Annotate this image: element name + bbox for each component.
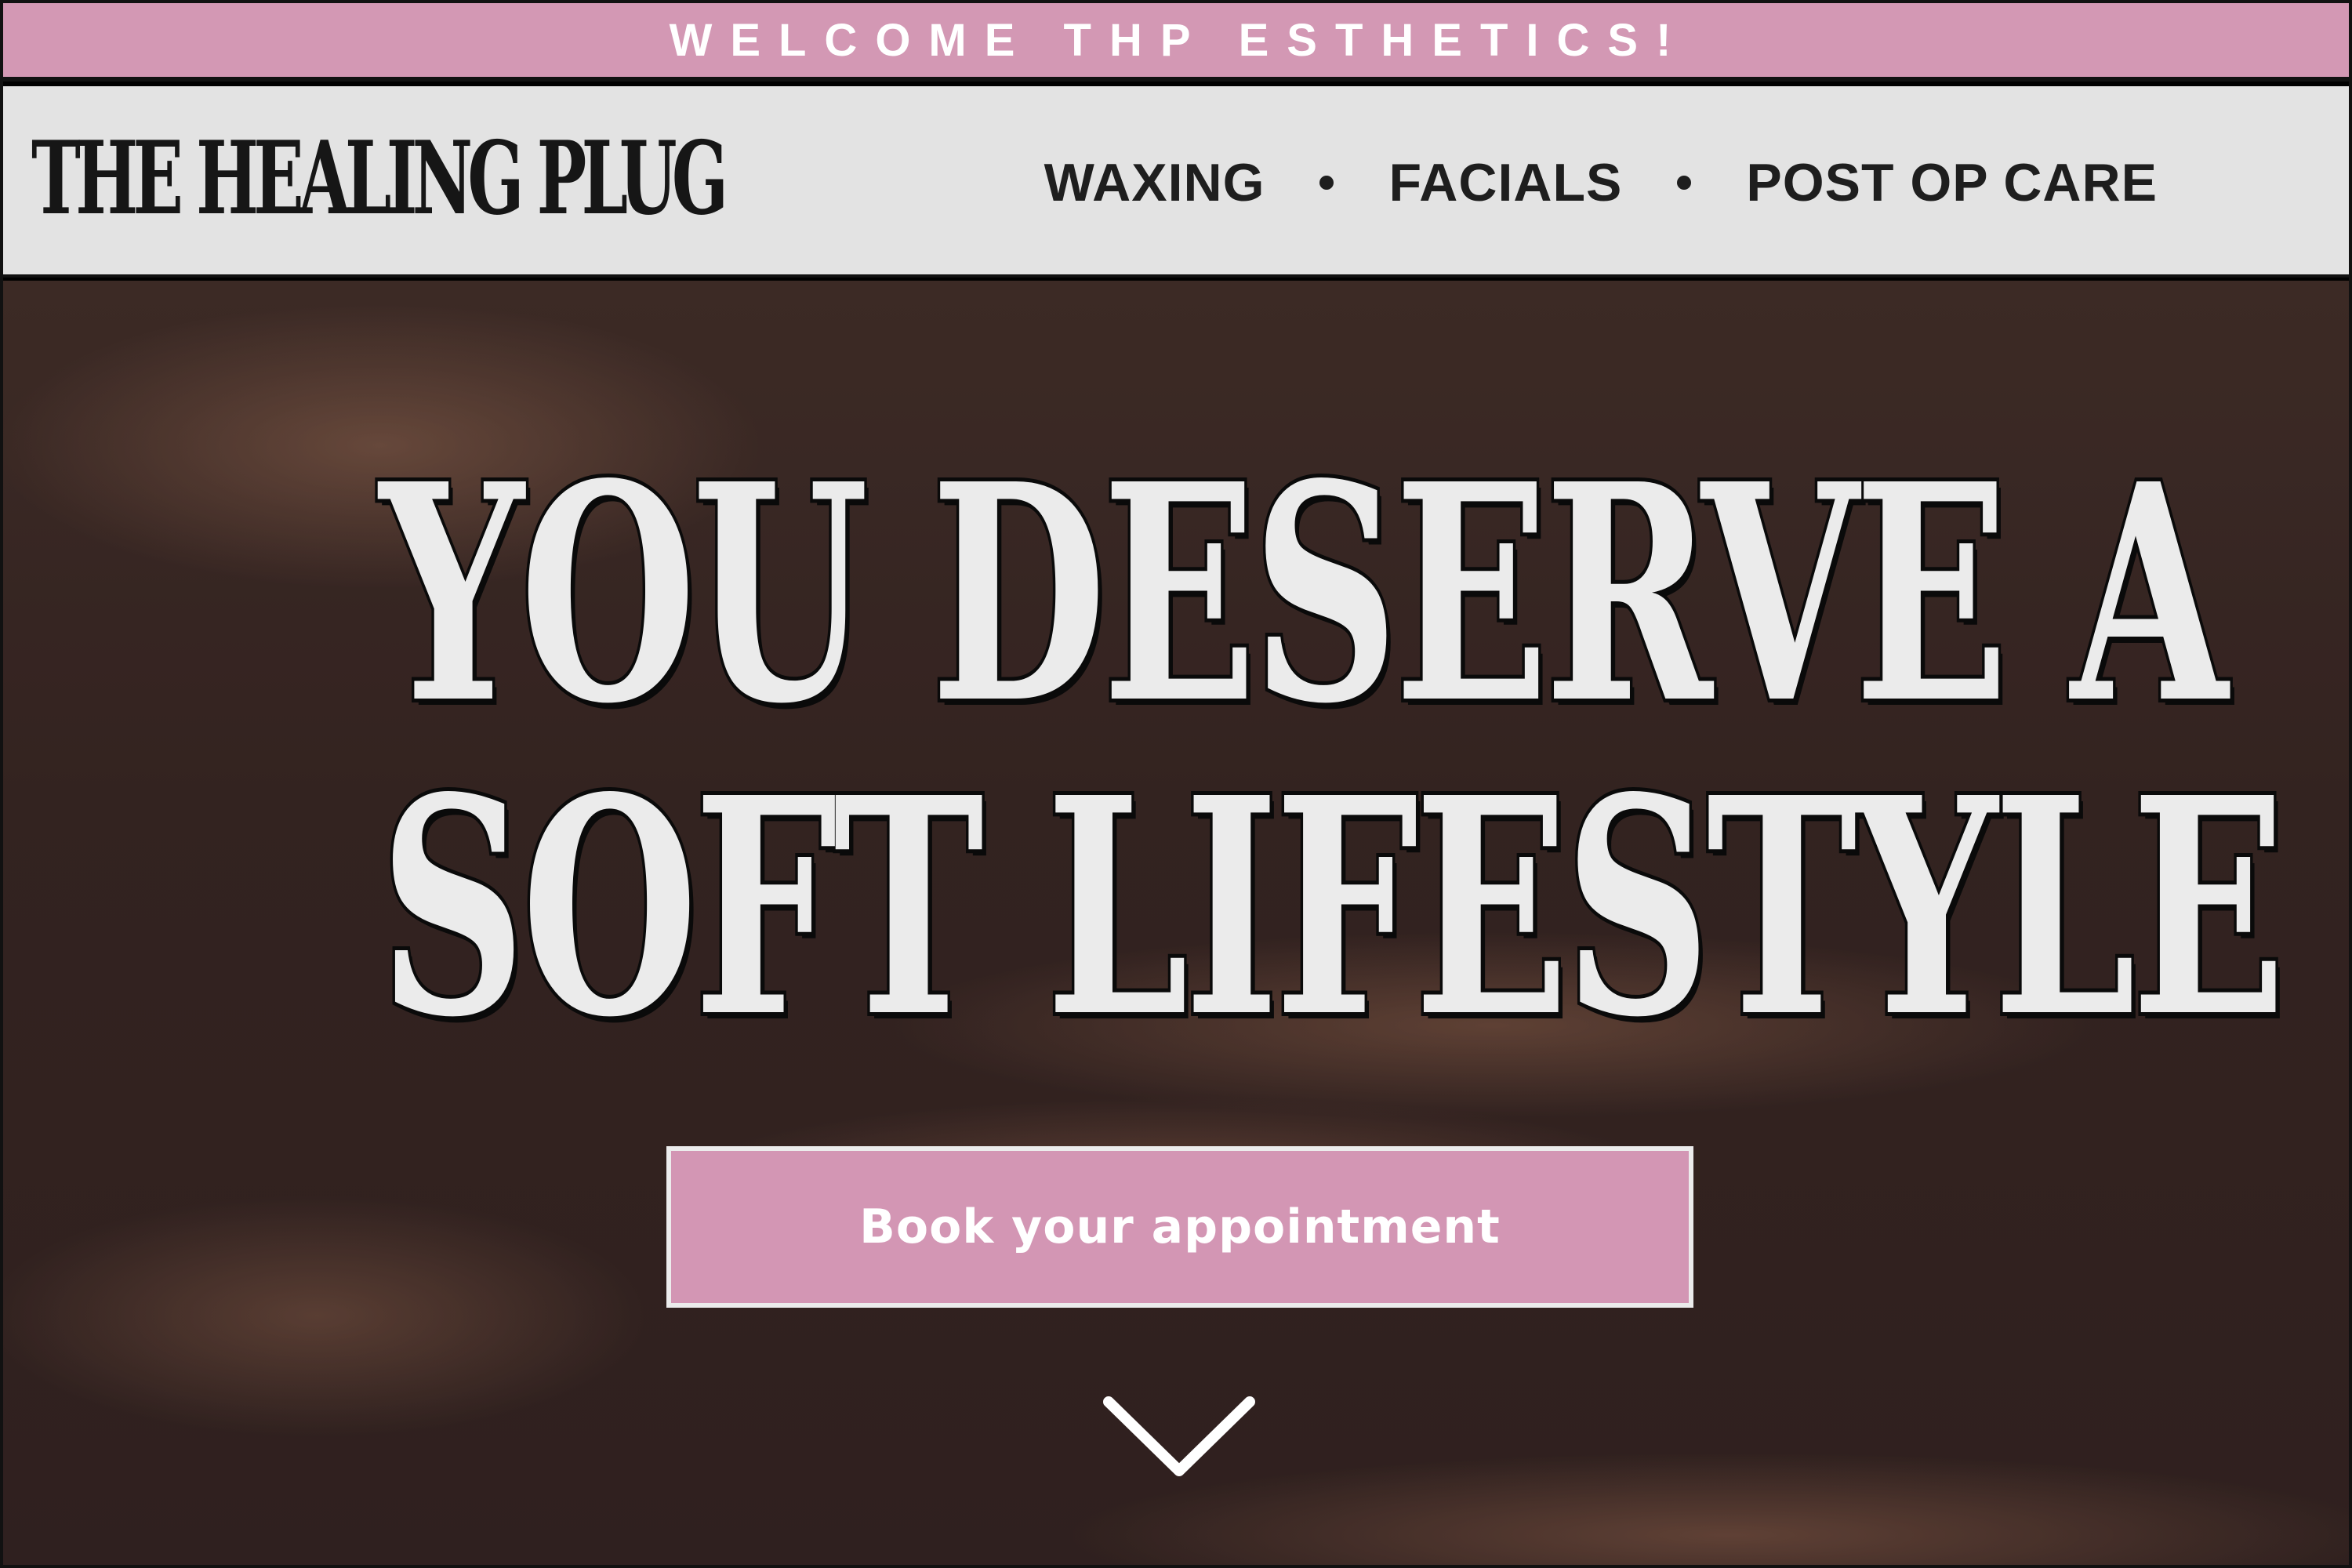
hero-headline: YOU DESERVE A SOFT LIFESTYLE [3,419,2349,1083]
headline-line-2: SOFT LIFESTYLE [377,732,2288,1083]
page: WELCOME THP ESTHETICS! THE HEALING PLUG … [0,0,2352,1568]
nav-item-post-op-care[interactable]: POST OP CARE [1746,152,2158,213]
logo[interactable]: THE HEALING PLUG [31,116,728,241]
hero-section: YOU DESERVE A SOFT LIFESTYLE Book your a… [3,281,2349,1565]
nav-separator-dot [1677,176,1692,190]
nav-item-facials[interactable]: FACIALS [1388,152,1622,213]
announcement-bar: WELCOME THP ESTHETICS! [3,3,2349,82]
chevron-down-icon[interactable] [1101,1394,1258,1480]
nav-separator-dot [1319,176,1334,190]
site-header: THE HEALING PLUG WAXING FACIALS POST OP … [3,86,2349,278]
book-appointment-label: Book your appointment [859,1200,1501,1254]
book-appointment-button[interactable]: Book your appointment [666,1146,1693,1308]
announcement-text: WELCOME THP ESTHETICS! [669,14,1690,66]
main-nav: WAXING FACIALS POST OP CARE [1044,147,2158,218]
headline-line-1: YOU DESERVE A [377,419,2230,769]
nav-item-waxing[interactable]: WAXING [1044,152,1265,213]
